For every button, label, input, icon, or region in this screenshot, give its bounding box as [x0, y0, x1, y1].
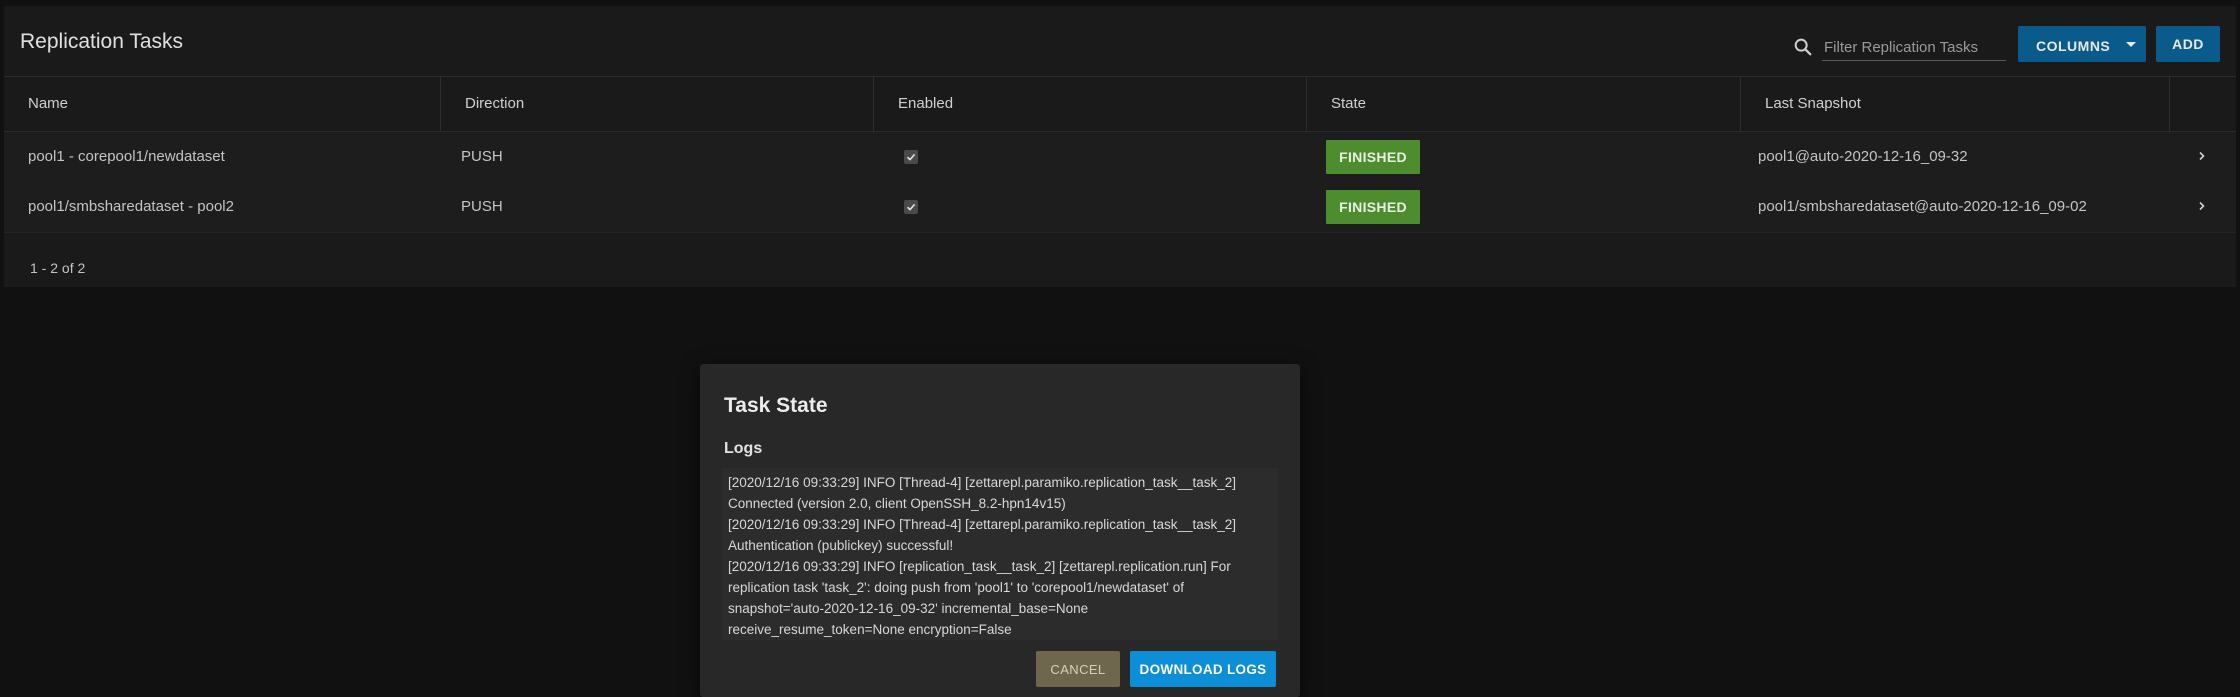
state-badge[interactable]: FINISHED	[1326, 140, 1420, 174]
row-last-snapshot: pool1@auto-2020-12-16_09-32	[1758, 148, 1968, 165]
log-line: [2020/12/16 09:33:29] INFO [Thread-4] [z…	[728, 475, 1237, 490]
search-icon[interactable]	[1792, 36, 1814, 58]
column-header-last-snapshot[interactable]: Last Snapshot	[1741, 77, 2170, 131]
column-header-enabled[interactable]: Enabled	[874, 77, 1307, 131]
task-state-dialog: Task State Logs [2020/12/16 09:33:29] IN…	[700, 364, 1300, 697]
pagination-range: 1 - 2 of 2	[30, 260, 86, 276]
row-last-snapshot: pool1/smbsharedataset@auto-2020-12-16_09…	[1758, 198, 2087, 215]
check-icon	[906, 153, 916, 161]
log-line: Authentication (publickey) successful!	[728, 538, 954, 553]
table-header: Name Direction Enabled State Last Snapsh…	[4, 77, 2236, 132]
column-header-name[interactable]: Name	[4, 77, 441, 131]
replication-tasks-card: Replication Tasks COLUMNS ADD Name Direc…	[4, 6, 2236, 287]
log-line: receive_resume_token=None encryption=Fal…	[728, 622, 1012, 637]
log-line: snapshot='auto-2020-12-16_09-32' increme…	[728, 601, 1089, 616]
add-button[interactable]: ADD	[2156, 26, 2220, 62]
search-input[interactable]	[1822, 34, 2006, 61]
row-direction: PUSH	[461, 148, 503, 165]
log-line: [2020/12/16 09:33:29] INFO [Thread-4] [z…	[728, 517, 1237, 532]
enabled-checkbox[interactable]	[904, 150, 918, 164]
logs-box[interactable]: [2020/12/16 09:33:29] INFO [Thread-4] [z…	[722, 468, 1278, 640]
search-box	[1790, 28, 2006, 62]
logs-label: Logs	[724, 440, 763, 457]
chevron-right-icon[interactable]	[2196, 150, 2208, 162]
column-header-state[interactable]: State	[1307, 77, 1741, 131]
table-row[interactable]: pool1/smbsharedataset - pool2 PUSH FINIS…	[4, 182, 2236, 233]
log-line: [2020/12/16 09:33:29] INFO [replication_…	[728, 559, 1231, 574]
columns-dropdown-button[interactable]	[2116, 26, 2146, 62]
row-direction: PUSH	[461, 198, 503, 215]
state-badge[interactable]: FINISHED	[1326, 190, 1420, 224]
column-header-direction[interactable]: Direction	[441, 77, 874, 131]
row-name: pool1/smbsharedataset - pool2	[28, 198, 234, 215]
chevron-right-icon[interactable]	[2196, 200, 2208, 212]
columns-button-label: COLUMNS	[2036, 38, 2111, 54]
log-line: replication task 'task_2': doing push fr…	[728, 580, 1184, 595]
enabled-checkbox[interactable]	[904, 200, 918, 214]
log-line: Connected (version 2.0, client OpenSSH_8…	[728, 496, 1066, 511]
check-icon	[906, 203, 916, 211]
caret-down-icon	[2126, 42, 2136, 47]
table-row[interactable]: pool1 - corepool1/newdataset PUSH FINISH…	[4, 132, 2236, 183]
download-logs-button[interactable]: DOWNLOAD LOGS	[1130, 651, 1276, 687]
dialog-title: Task State	[724, 394, 828, 417]
columns-button[interactable]: COLUMNS	[2018, 26, 2128, 62]
card-header: Replication Tasks COLUMNS ADD	[4, 6, 2236, 77]
page: Replication Tasks COLUMNS ADD Name Direc…	[0, 0, 2240, 697]
cancel-button[interactable]: CANCEL	[1036, 651, 1120, 687]
page-title: Replication Tasks	[20, 30, 184, 53]
row-name: pool1 - corepool1/newdataset	[28, 148, 225, 165]
